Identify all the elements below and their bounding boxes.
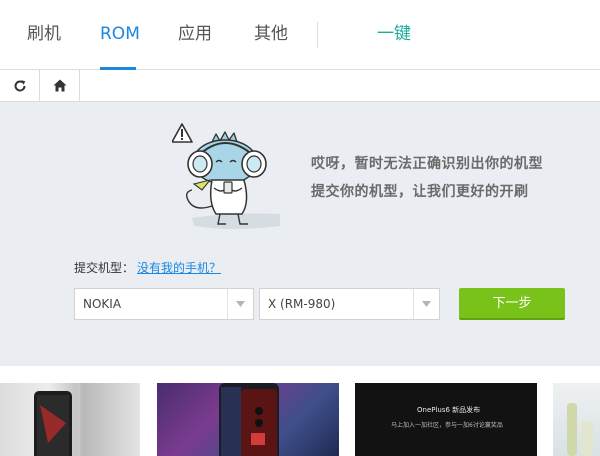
tab-one-click-root[interactable]: 一键Root	[358, 0, 430, 112]
chevron-down-icon	[227, 289, 253, 319]
phone-image	[34, 383, 80, 456]
warning-icon	[172, 123, 193, 143]
tab-apps[interactable]: 应用	[177, 0, 213, 70]
tab-other[interactable]: 其他	[253, 0, 289, 70]
phone-image	[219, 383, 279, 456]
chevron-down-icon	[413, 289, 439, 319]
banner-partial[interactable]	[553, 383, 600, 456]
refresh-button[interactable]	[0, 70, 40, 101]
message-line-2: 提交你的机型，让我们更好的开刷	[311, 184, 529, 200]
missing-phone-link[interactable]: 没有我的手机？	[137, 259, 221, 276]
toolbar	[0, 70, 600, 102]
tab-divider	[317, 22, 318, 48]
model-select-value: X (RM-980)	[268, 297, 336, 311]
message-line-1: 哎呀，暂时无法正确识别出你的机型	[311, 156, 543, 172]
home-icon	[53, 79, 66, 92]
brand-select[interactable]: NOKIA	[74, 288, 254, 320]
banner-subtitle: 马上加入一加社区，参与一加6讨论赢奖品	[391, 422, 503, 429]
banner-image	[567, 403, 593, 456]
banner-title: OnePlus6 新品发布	[417, 406, 481, 414]
submit-model-label: 提交机型：	[74, 261, 135, 275]
mascot-illustration	[172, 123, 280, 229]
top-tab-bar: 刷机 ROM 应用 其他 一键Root	[0, 0, 600, 112]
home-button[interactable]	[40, 70, 80, 101]
tab-flash[interactable]: 刷机	[26, 0, 62, 70]
detect-failed-message: 哎呀，暂时无法正确识别出你的机型 提交你的机型，让我们更好的开刷	[311, 150, 543, 206]
banner-oneplus6-red[interactable]	[157, 383, 339, 456]
banner-oneplus6-launch[interactable]: OnePlus6 新品发布 马上加入一加社区，参与一加6讨论赢奖品	[355, 383, 537, 456]
refresh-icon	[14, 79, 26, 92]
brand-select-value: NOKIA	[83, 297, 122, 311]
device-detect-panel: 哎呀，暂时无法正确识别出你的机型 提交你的机型，让我们更好的开刷 提交机型： 没…	[0, 102, 600, 366]
banner-oneplus-phone[interactable]	[0, 383, 140, 456]
next-step-button[interactable]: 下一步	[459, 288, 565, 320]
tab-rom[interactable]: ROM	[100, 0, 140, 70]
model-select[interactable]: X (RM-980)	[259, 288, 440, 320]
